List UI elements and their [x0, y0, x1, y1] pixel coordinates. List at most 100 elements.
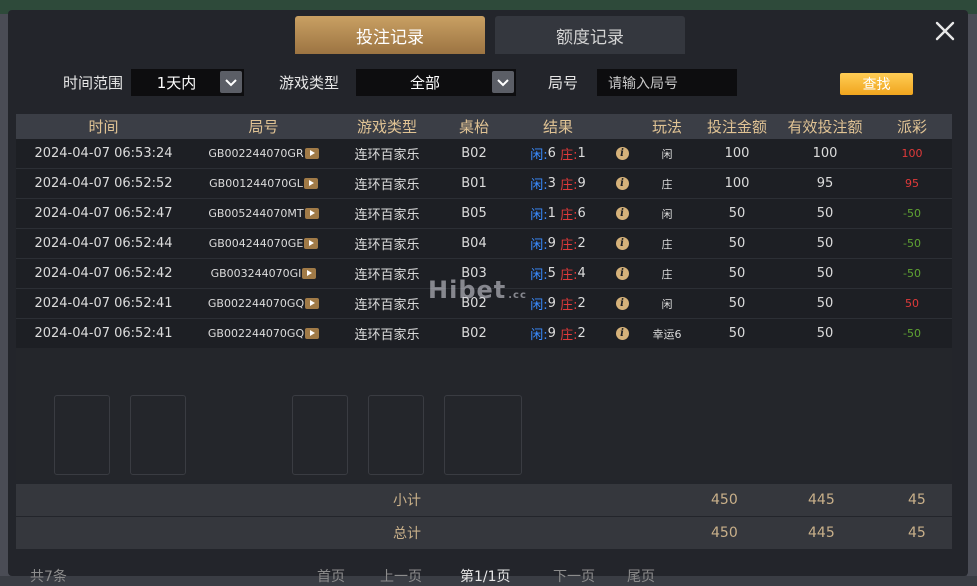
play-icon[interactable] — [303, 178, 318, 189]
records-modal: 投注记录 额度记录 时间范围 1天内 游戏类型 全部 局号 请输入局号 查找 时… — [8, 10, 968, 585]
table-header: 时间 局号 游戏类型 桌枱 结果 玩法 投注金额 有效投注额 派彩 — [16, 114, 952, 139]
game-type-select[interactable]: 全部 — [356, 69, 516, 96]
result-banker-score: 2 — [577, 236, 586, 251]
cell-round: GB002244070GR — [191, 147, 336, 160]
result-player-score: 6 — [547, 146, 556, 161]
watermark-main: Hibet — [428, 276, 507, 304]
table-row: 2024-04-07 06:52:41 GB002244070GQ 连环百家乐 B02… — [16, 319, 952, 349]
round-id: GB002244070GR — [208, 147, 304, 160]
cell-time: 2024-04-07 06:52:42 — [34, 266, 173, 281]
pager-last[interactable]: 尾页 — [627, 566, 655, 586]
result-player-label: 闲: — [530, 268, 548, 283]
cell-info[interactable]: i — [606, 237, 638, 250]
time-range-select[interactable]: 1天内 — [131, 69, 244, 96]
search-button[interactable]: 查找 — [840, 73, 913, 95]
cell-payout: -50 — [903, 207, 921, 220]
subtotal-row: 小计 450 445 45 — [16, 484, 952, 516]
cell-result: 闲: 9 庄: 2 — [510, 234, 606, 253]
round-id: GB004244070GE — [208, 237, 304, 250]
cell-game-type: 连环百家乐 — [354, 178, 420, 193]
subtotal-payout: 45 — [908, 492, 926, 508]
cell-play: 庄 — [661, 267, 673, 281]
play-icon[interactable] — [305, 298, 320, 309]
cell-info[interactable]: i — [606, 327, 638, 340]
total-row: 总计 450 445 45 — [16, 517, 952, 549]
result-banker-label: 庄: — [560, 208, 578, 223]
game-type-value: 全部 — [409, 74, 440, 92]
cell-valid-bet: 50 — [816, 266, 834, 281]
cell-result: 闲: 6 庄: 1 — [510, 144, 606, 163]
result-banker-label: 庄: — [560, 298, 578, 313]
cell-valid-bet: 100 — [812, 146, 838, 161]
record-count: 共7条 — [30, 569, 67, 585]
game-type-label: 游戏类型 — [279, 74, 340, 92]
result-banker-score: 4 — [577, 266, 586, 281]
tab-credit-records[interactable]: 额度记录 — [495, 16, 685, 54]
round-input[interactable]: 请输入局号 — [597, 69, 737, 96]
pager-first[interactable]: 首页 — [317, 566, 345, 586]
column-header-valid-bet: 有效投注额 — [787, 118, 863, 136]
records-table: 时间 局号 游戏类型 桌枱 结果 玩法 投注金额 有效投注额 派彩 2024-0… — [16, 114, 952, 349]
round-id: GB001244070GL — [209, 177, 303, 190]
cell-table: B05 — [461, 206, 487, 221]
play-icon[interactable] — [304, 148, 319, 159]
cell-info[interactable]: i — [606, 177, 638, 190]
result-player-label: 闲: — [530, 238, 548, 253]
cell-payout: 95 — [905, 177, 919, 190]
subtotal-bet: 450 — [711, 492, 738, 508]
info-icon[interactable]: i — [615, 207, 629, 220]
play-icon[interactable] — [305, 328, 320, 339]
cell-info[interactable]: i — [606, 207, 638, 220]
info-icon[interactable]: i — [615, 327, 629, 340]
info-icon[interactable]: i — [615, 237, 629, 250]
table-row: 2024-04-07 06:52:47 GB005244070MT 连环百家乐 B05… — [16, 199, 952, 229]
info-icon[interactable]: i — [615, 177, 629, 190]
play-icon[interactable] — [304, 238, 319, 249]
cell-payout: -50 — [903, 237, 921, 250]
result-banker-score: 1 — [577, 146, 586, 161]
background-card — [54, 395, 110, 475]
cell-valid-bet: 50 — [816, 326, 834, 341]
result-player-score: 3 — [547, 176, 556, 191]
cell-result: 闲: 9 庄: 2 — [510, 324, 606, 343]
cell-time: 2024-04-07 06:53:24 — [34, 146, 173, 161]
close-icon — [935, 21, 955, 41]
column-header-time: 时间 — [88, 118, 119, 136]
subtotal-label: 小计 — [393, 493, 421, 509]
info-icon[interactable]: i — [615, 297, 629, 310]
cell-info[interactable]: i — [606, 147, 638, 160]
cell-info[interactable]: i — [606, 297, 638, 310]
cell-table: B02 — [461, 146, 487, 161]
column-header-result: 结果 — [542, 118, 573, 136]
cell-payout: 100 — [901, 147, 923, 160]
play-icon[interactable] — [302, 268, 317, 279]
background-card — [444, 395, 522, 475]
cell-round: GB002244070GQ — [191, 297, 336, 310]
cell-round: GB001244070GL — [191, 177, 336, 190]
tab-bet-records[interactable]: 投注记录 — [295, 16, 485, 54]
cell-play: 闲 — [661, 207, 673, 221]
pager-prev[interactable]: 上一页 — [380, 566, 422, 586]
play-icon[interactable] — [304, 208, 319, 219]
info-icon[interactable]: i — [615, 267, 629, 280]
cell-payout: -50 — [903, 327, 921, 340]
total-bet: 450 — [711, 525, 738, 541]
info-icon[interactable]: i — [615, 147, 629, 160]
cell-table: B02 — [461, 326, 487, 341]
result-player-score: 9 — [547, 326, 556, 341]
pager-next[interactable]: 下一页 — [553, 566, 595, 586]
result-player-score: 9 — [547, 296, 556, 311]
cell-time: 2024-04-07 06:52:47 — [34, 206, 173, 221]
result-banker-label: 庄: — [560, 328, 578, 343]
column-header-game-type: 游戏类型 — [356, 118, 417, 136]
column-header-play: 玩法 — [651, 118, 682, 136]
cell-info[interactable]: i — [606, 267, 638, 280]
column-header-bet-amount: 投注金额 — [706, 118, 767, 136]
cell-game-type: 连环百家乐 — [354, 328, 420, 343]
close-button[interactable] — [932, 18, 958, 44]
watermark-sub: .cc — [508, 290, 527, 301]
result-player-label: 闲: — [530, 208, 548, 223]
chevron-down-icon — [492, 71, 514, 93]
cell-time: 2024-04-07 06:52:52 — [34, 176, 173, 191]
cell-valid-bet: 95 — [816, 176, 834, 191]
